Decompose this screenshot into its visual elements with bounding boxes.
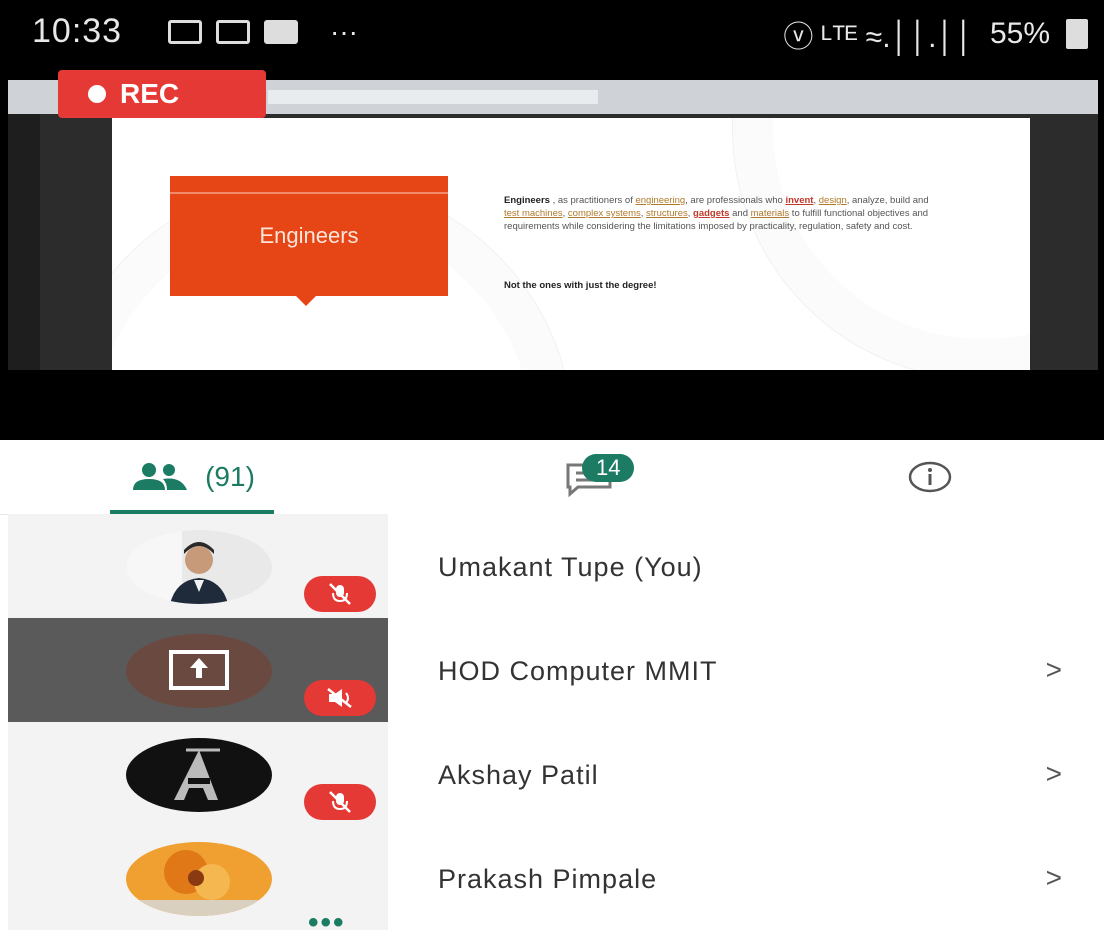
tab-participants[interactable]: (91) (110, 440, 274, 514)
participant-row[interactable]: HOD Computer MMIT > (8, 618, 1104, 722)
participant-name: Umakant Tupe (You) (438, 552, 703, 582)
youtube-icon (264, 20, 298, 44)
battery-percent: 55% (989, 17, 1050, 50)
notification-icons: ··· (168, 16, 358, 47)
more-notifications-icon: ··· (330, 16, 358, 47)
avatar (126, 738, 272, 812)
status-bar: 10:33 ··· ⓥ ᴸᵀᴱ ≈.││.││ 55% (0, 0, 1104, 78)
recording-indicator: REC (58, 70, 266, 118)
panel-tabs: (91) 14 (0, 440, 1104, 515)
slide-callout: Engineers (170, 176, 448, 306)
tab-info[interactable] (880, 440, 980, 514)
chevron-right-icon[interactable]: > (1046, 758, 1062, 790)
participant-name: Akshay Patil (438, 760, 599, 790)
participant-list[interactable]: Umakant Tupe (You) HOD Computer MMIT > A… (8, 514, 1104, 939)
participant-name: Prakash Pimpale (438, 864, 658, 894)
system-icons: ⓥ ᴸᵀᴱ ≈.││.││ 55% (783, 12, 1088, 56)
avatar (126, 634, 272, 708)
recording-label: REC (120, 78, 180, 109)
avatar (126, 842, 272, 916)
info-icon (908, 461, 952, 493)
participants-count: (91) (205, 461, 255, 492)
network-icons: ⓥ ᴸᵀᴱ ≈.││.││ (783, 21, 974, 54)
chevron-right-icon[interactable]: > (1046, 654, 1062, 686)
shared-app-sidebar (8, 114, 40, 370)
battery-icon (1066, 19, 1088, 49)
chevron-right-icon[interactable]: > (1046, 862, 1062, 894)
participant-row[interactable]: Umakant Tupe (You) (8, 514, 1104, 618)
mic-off-icon (304, 576, 376, 612)
shared-desktop: Engineers Engineers , as practitioners o… (8, 80, 1098, 370)
participant-row[interactable]: ••• Prakash Pimpale > (8, 826, 1104, 939)
record-dot-icon (88, 85, 106, 103)
people-icon (133, 463, 188, 490)
slide-note: Not the ones with just the degree! (504, 280, 657, 291)
laptop-icon (216, 20, 250, 44)
slide-body: Engineers , as practitioners of engineer… (504, 195, 929, 232)
chat-unread-badge: 14 (582, 454, 635, 482)
participant-name: HOD Computer MMIT (438, 656, 718, 686)
shared-screen-video[interactable]: Engineers Engineers , as practitioners o… (0, 78, 1104, 440)
avatar (126, 530, 272, 604)
participant-row[interactable]: Akshay Patil > (8, 722, 1104, 826)
mic-off-icon (304, 784, 376, 820)
status-time: 10:33 (32, 12, 123, 50)
presentation-slide: Engineers Engineers , as practitioners o… (112, 118, 1030, 370)
slide-callout-title: Engineers (259, 223, 359, 248)
mic-off-icon (304, 680, 376, 716)
more-dots-icon[interactable]: ••• (308, 906, 346, 940)
gallery-icon (168, 20, 202, 44)
tab-chat[interactable]: 14 (520, 440, 660, 514)
